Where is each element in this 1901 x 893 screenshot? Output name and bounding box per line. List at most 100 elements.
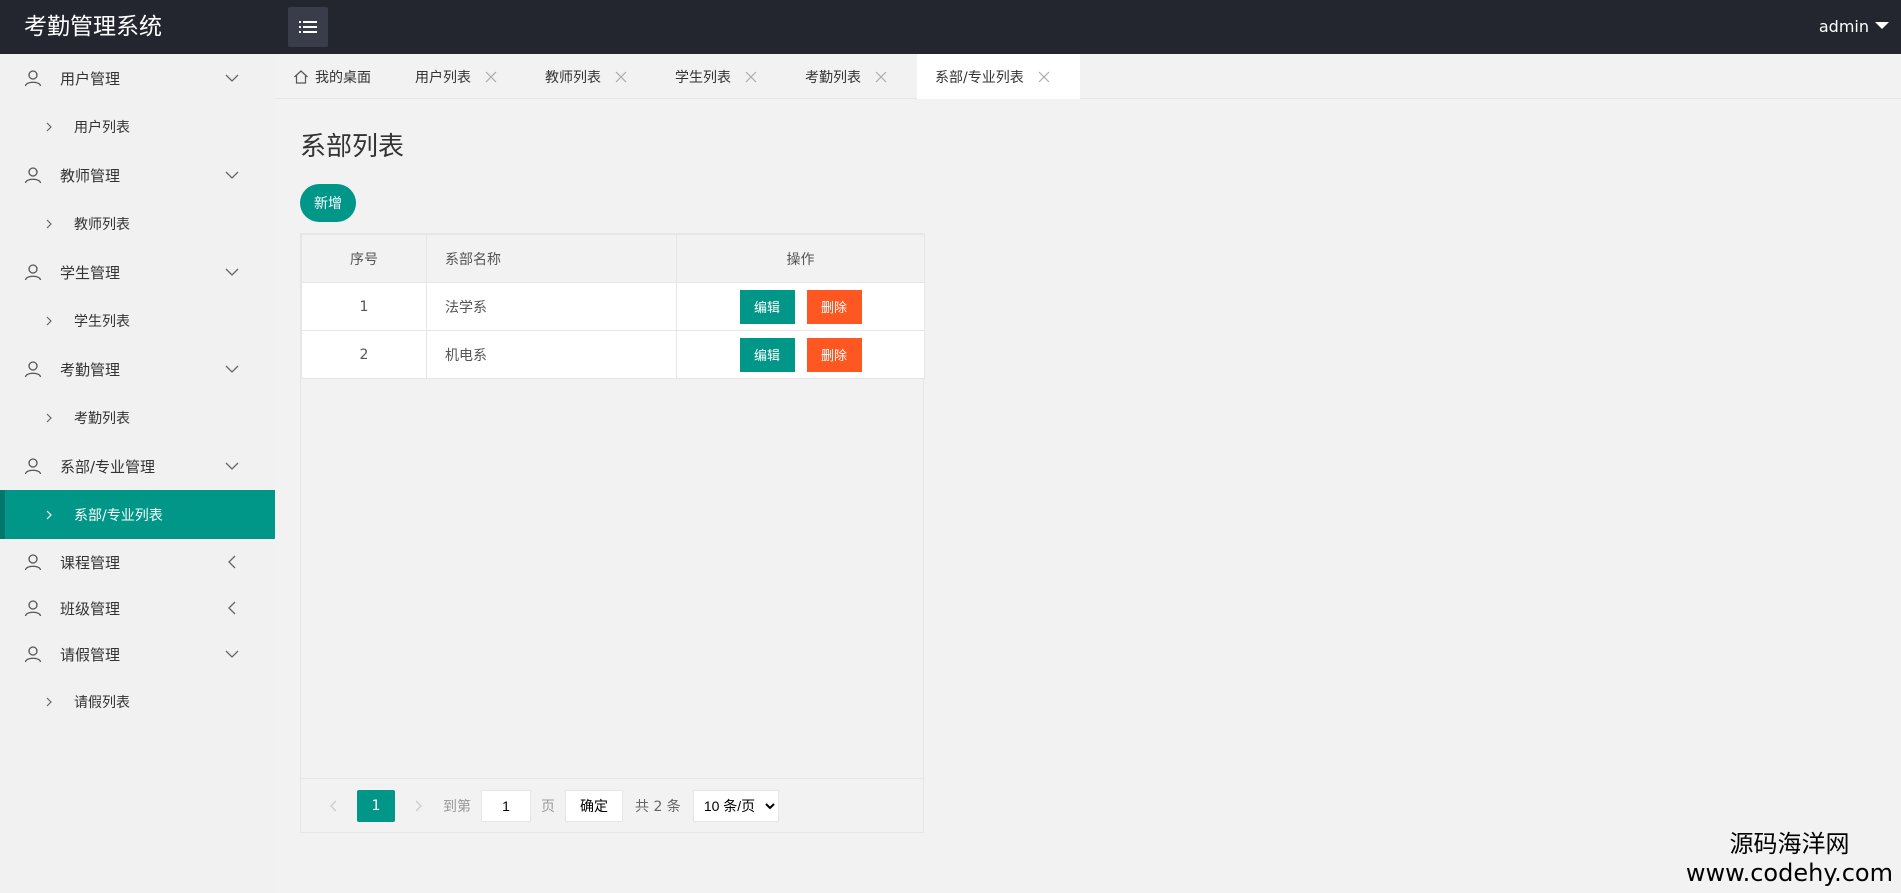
prev-page-icon[interactable]: [327, 799, 341, 813]
sidebar-item-department-list[interactable]: 系部/专业列表: [0, 490, 275, 539]
page-size-select[interactable]: 10 条/页: [692, 789, 779, 822]
tab-label: 考勤列表: [805, 69, 861, 86]
chevron-down-icon: [225, 650, 239, 658]
close-icon[interactable]: [875, 71, 887, 83]
total-count: 共 2 条: [635, 798, 681, 815]
next-page-icon[interactable]: [411, 799, 425, 813]
chevron-right-icon: [46, 122, 52, 131]
list-icon: [299, 21, 317, 33]
user-icon: [24, 600, 42, 617]
sidebar-group-label: 考勤管理: [60, 360, 121, 379]
delete-button[interactable]: 删除: [806, 289, 862, 324]
user-icon: [24, 167, 42, 184]
close-icon[interactable]: [745, 71, 757, 83]
delete-button[interactable]: 删除: [806, 337, 862, 372]
sidebar-group-attendance-management[interactable]: 考勤管理: [0, 345, 275, 393]
sidebar-item-user-list[interactable]: 用户列表: [0, 102, 275, 151]
chevron-down-icon: [225, 462, 239, 470]
current-page-button[interactable]: 1: [357, 789, 395, 822]
chevron-down-icon: [225, 365, 239, 373]
chevron-down-icon: [225, 74, 239, 82]
sidebar-item-label: 学生列表: [74, 313, 130, 330]
caret-down-icon: [1875, 21, 1889, 29]
sidebar-item-label: 用户列表: [74, 119, 130, 136]
table-header-row: 序号 系部名称 操作: [301, 234, 925, 283]
sidebar-item-label: 系部/专业列表: [74, 507, 163, 524]
sidebar-group-student-management[interactable]: 学生管理: [0, 248, 275, 296]
sidebar-group-leave-management[interactable]: 请假管理: [0, 631, 275, 677]
sidebar-group-label: 课程管理: [60, 553, 121, 572]
sidebar-group-user-management[interactable]: 用户管理: [0, 54, 275, 102]
edit-button[interactable]: 编辑: [739, 337, 795, 372]
main-content: 系部列表 新增 序号 系部名称 操作 1 法学系 编辑 删除 2 机电系 编辑 …: [275, 100, 1901, 893]
user-icon: [24, 458, 42, 475]
sidebar: 用户管理 用户列表 教师管理 教师列表 学生管理 学生列表 考勤管理 考勤列表 …: [0, 54, 275, 893]
app-title: 考勤管理系统: [24, 14, 162, 40]
user-name: admin: [1818, 17, 1869, 36]
page-unit-label: 页: [541, 798, 555, 815]
user-icon: [24, 554, 42, 571]
user-icon: [24, 646, 42, 663]
sidebar-group-course-management[interactable]: 课程管理: [0, 539, 275, 585]
close-icon[interactable]: [1038, 71, 1050, 83]
goto-confirm-button[interactable]: 确定: [565, 789, 623, 822]
sidebar-item-teacher-list[interactable]: 教师列表: [0, 199, 275, 248]
chevron-down-icon: [225, 268, 239, 276]
sidebar-item-student-list[interactable]: 学生列表: [0, 296, 275, 345]
cell-actions: 编辑 删除: [676, 330, 925, 379]
tab-department-list[interactable]: 系部/专业列表: [917, 54, 1080, 99]
cell-actions: 编辑 删除: [676, 282, 925, 331]
user-menu[interactable]: admin: [1819, 0, 1889, 54]
chevron-right-icon: [46, 316, 52, 325]
tab-label: 我的桌面: [315, 69, 371, 86]
page-title: 系部列表: [300, 132, 405, 162]
watermark: 源码海洋网 www.codehy.com: [1686, 824, 1893, 887]
goto-label: 到第: [443, 798, 471, 815]
sidebar-group-teacher-management[interactable]: 教师管理: [0, 151, 275, 199]
cell-name: 法学系: [426, 282, 677, 331]
tab-teacher-list[interactable]: 教师列表: [545, 54, 627, 99]
add-button[interactable]: 新增: [300, 184, 356, 222]
table-row: 2 机电系 编辑 删除: [301, 330, 925, 379]
close-icon[interactable]: [485, 71, 497, 83]
home-icon: [294, 69, 308, 84]
sidebar-item-label: 教师列表: [74, 216, 130, 233]
sidebar-group-label: 请假管理: [60, 645, 121, 664]
tab-label: 用户列表: [415, 69, 471, 86]
sidebar-group-label: 班级管理: [60, 599, 121, 618]
menu-toggle-button[interactable]: [288, 7, 328, 47]
chevron-right-icon: [46, 697, 52, 706]
user-icon: [24, 264, 42, 281]
sidebar-group-label: 用户管理: [60, 69, 121, 88]
column-header-actions: 操作: [676, 234, 925, 283]
tab-user-list[interactable]: 用户列表: [415, 54, 497, 99]
tab-bar: 我的桌面 用户列表 教师列表 学生列表 考勤列表 系部/专业列表: [275, 54, 1901, 99]
sidebar-item-leave-list[interactable]: 请假列表: [0, 677, 275, 726]
watermark-line2: www.codehy.com: [1685, 859, 1893, 887]
goto-page-input[interactable]: [481, 789, 531, 822]
tab-label: 教师列表: [545, 69, 601, 86]
sidebar-group-class-management[interactable]: 班级管理: [0, 585, 275, 631]
top-header: 考勤管理系统 admin: [0, 0, 1901, 54]
chevron-left-icon: [228, 601, 236, 615]
watermark-line1: 源码海洋网: [1729, 830, 1850, 858]
edit-button[interactable]: 编辑: [739, 289, 795, 324]
cell-index: 1: [301, 282, 427, 331]
sidebar-group-label: 学生管理: [60, 263, 121, 282]
chevron-left-icon: [228, 555, 236, 569]
close-icon[interactable]: [615, 71, 627, 83]
chevron-right-icon: [46, 413, 52, 422]
tab-label: 学生列表: [675, 69, 731, 86]
user-icon: [24, 361, 42, 378]
sidebar-group-label: 系部/专业管理: [60, 457, 156, 476]
cell-name: 机电系: [426, 330, 677, 379]
tab-attendance-list[interactable]: 考勤列表: [805, 54, 887, 99]
sidebar-group-department-management[interactable]: 系部/专业管理: [0, 442, 275, 490]
pagination: 1 到第 页 确定 共 2 条 10 条/页: [301, 778, 923, 832]
table-row: 1 法学系 编辑 删除: [301, 282, 925, 331]
tab-desktop[interactable]: 我的桌面: [293, 54, 371, 99]
user-icon: [24, 70, 42, 87]
sidebar-item-attendance-list[interactable]: 考勤列表: [0, 393, 275, 442]
cell-index: 2: [301, 330, 427, 379]
tab-student-list[interactable]: 学生列表: [675, 54, 757, 99]
